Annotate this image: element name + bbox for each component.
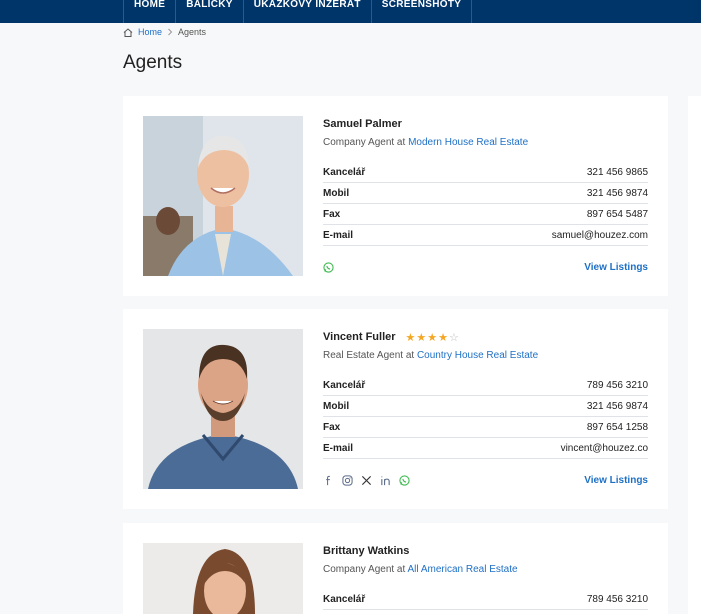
breadcrumb-home-link[interactable]: Home — [138, 27, 162, 37]
breadcrumb-current: Agents — [178, 27, 207, 37]
page-title: Agents — [123, 52, 183, 73]
agent-contact-details: Kancelář 789 456 3210 Mobil 321 456 9874… — [323, 375, 648, 459]
agent-photo[interactable] — [143, 329, 303, 489]
social-links — [323, 474, 410, 486]
email-address[interactable]: samuel@houzez.com — [552, 230, 648, 241]
mobile-phone[interactable]: 321 456 9874 — [587, 401, 648, 412]
email-label: E-mail — [323, 442, 354, 454]
office-phone[interactable]: 789 456 3210 — [587, 380, 648, 391]
fax-row: Fax 897 654 1258 — [323, 417, 648, 438]
email-label: E-mail — [323, 229, 354, 241]
office-row: Kancelář 321 456 9865 — [323, 162, 648, 183]
nav-item-packages[interactable]: BALÍČKY — [175, 0, 243, 23]
star-filled-icon: ★ — [427, 331, 439, 344]
agent-role-prefix: Company Agent at — [323, 564, 406, 575]
agent-name[interactable]: Samuel Palmer — [323, 118, 402, 130]
mobile-row: Mobil 321 456 9874 — [323, 183, 648, 204]
fax-number: 897 654 5487 — [586, 208, 648, 220]
agent-photo[interactable] — [143, 543, 303, 614]
whatsapp-icon[interactable] — [323, 261, 334, 273]
nav-menu: HOME BALÍČKY UKÁZKOVÝ INZERÁT SCREENSHOT… — [123, 0, 473, 23]
office-label: Kancelář — [323, 166, 366, 178]
mobile-row: Mobil 321 456 9874 — [323, 396, 648, 417]
linkedin-icon[interactable] — [380, 475, 391, 486]
email-row: E-mail samuel@houzez.com — [323, 225, 648, 246]
agent-role-prefix: Company Agent at — [323, 137, 406, 148]
nav-item-sample-listing[interactable]: UKÁZKOVÝ INZERÁT — [242, 0, 371, 23]
agent-contact-details: Kancelář 789 456 3210 — [323, 589, 648, 610]
mobile-phone[interactable]: 321 456 9874 — [587, 188, 648, 199]
agent-contact-details: Kancelář 321 456 9865 Mobil 321 456 9874… — [323, 162, 648, 246]
fax-label: Fax — [323, 208, 341, 220]
email-address[interactable]: vincent@houzez.co — [561, 443, 648, 454]
chevron-right-icon — [167, 28, 173, 36]
agent-role: Company Agent at All American Real Estat… — [323, 564, 648, 575]
agent-photo[interactable] — [143, 116, 303, 276]
agent-info: Brittany Watkins Company Agent at All Am… — [323, 543, 648, 610]
instagram-icon[interactable] — [342, 474, 353, 486]
mobile-label: Mobil — [323, 187, 350, 199]
email-row: E-mail vincent@houzez.co — [323, 438, 648, 459]
office-label: Kancelář — [323, 593, 366, 605]
star-filled-icon: ★ — [405, 331, 417, 344]
view-listings-link[interactable]: View Listings — [584, 262, 648, 273]
fax-label: Fax — [323, 421, 341, 433]
agent-company-link[interactable]: Country House Real Estate — [417, 350, 538, 361]
whatsapp-icon[interactable] — [399, 474, 410, 486]
sidebar-panel — [688, 96, 701, 614]
social-links — [323, 261, 334, 273]
nav-item-home[interactable]: HOME — [123, 0, 175, 23]
fax-row: Fax 897 654 5487 — [323, 204, 648, 225]
top-navigation: HOME BALÍČKY UKÁZKOVÝ INZERÁT SCREENSHOT… — [0, 0, 701, 23]
mobile-label: Mobil — [323, 400, 350, 412]
office-row: Kancelář 789 456 3210 — [323, 375, 648, 396]
agent-company-link[interactable]: Modern House Real Estate — [408, 137, 528, 148]
agent-info: Vincent Fuller ★★★★☆ Real Estate Agent a… — [323, 329, 648, 487]
office-phone[interactable]: 321 456 9865 — [587, 167, 648, 178]
star-empty-icon: ☆ — [449, 331, 460, 344]
fax-number: 897 654 1258 — [586, 421, 648, 433]
office-label: Kancelář — [323, 379, 366, 391]
agent-name[interactable]: Brittany Watkins — [323, 545, 409, 557]
facebook-icon[interactable] — [323, 475, 334, 486]
agent-card: Brittany Watkins Company Agent at All Am… — [123, 523, 668, 614]
office-row: Kancelář 789 456 3210 — [323, 589, 648, 610]
nav-item-screenshots[interactable]: SCREENSHOTY — [370, 0, 473, 23]
agent-info: Samuel Palmer Company Agent at Modern Ho… — [323, 116, 648, 274]
agent-role: Real Estate Agent at Country House Real … — [323, 350, 648, 361]
agent-rating: ★★★★☆ — [406, 331, 460, 344]
agent-role-prefix: Real Estate Agent at — [323, 350, 415, 361]
agent-card: Vincent Fuller ★★★★☆ Real Estate Agent a… — [123, 309, 668, 509]
agent-company-link[interactable]: All American Real Estate — [408, 564, 518, 575]
agent-name[interactable]: Vincent Fuller — [323, 331, 396, 343]
view-listings-link[interactable]: View Listings — [584, 475, 648, 486]
office-phone[interactable]: 789 456 3210 — [587, 594, 648, 605]
star-filled-icon: ★ — [438, 331, 450, 344]
agent-role: Company Agent at Modern House Real Estat… — [323, 137, 648, 148]
star-filled-icon: ★ — [416, 331, 428, 344]
breadcrumb: Home Agents — [123, 27, 206, 37]
home-icon — [123, 27, 133, 37]
x-icon[interactable] — [361, 475, 372, 486]
agent-card: Samuel Palmer Company Agent at Modern Ho… — [123, 96, 668, 296]
